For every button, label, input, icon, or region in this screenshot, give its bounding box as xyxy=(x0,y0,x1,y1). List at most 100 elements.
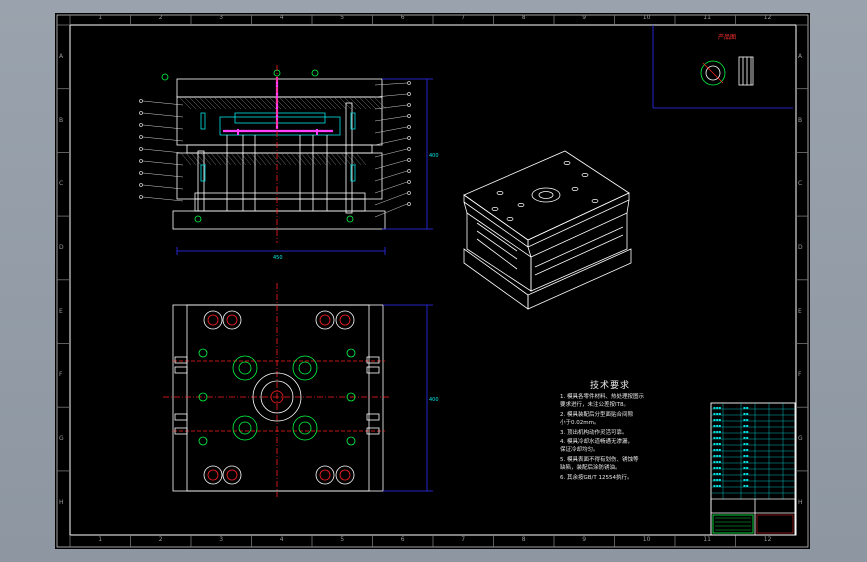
hatch xyxy=(313,96,327,110)
hatch xyxy=(233,96,247,110)
support-plate xyxy=(194,198,366,212)
hatch xyxy=(230,152,242,166)
hatch xyxy=(238,96,252,110)
hatch xyxy=(198,96,212,110)
balloon xyxy=(139,171,143,175)
hatch xyxy=(258,96,272,110)
hatch xyxy=(270,152,282,166)
product-view-label: 产品图 xyxy=(718,34,737,41)
leader-line xyxy=(374,159,408,170)
balloon xyxy=(139,147,143,151)
hatch xyxy=(325,152,337,166)
title-cell-text: ▪▪ xyxy=(743,447,749,452)
ruler-letter: B xyxy=(59,116,64,124)
guide-bushing xyxy=(203,310,223,330)
ruler-letter: H xyxy=(798,498,803,506)
screw-head xyxy=(194,215,202,223)
hatch xyxy=(215,152,227,166)
ruler-number: 12 xyxy=(763,536,772,543)
ruler-letter: C xyxy=(798,180,803,188)
hatch xyxy=(290,152,302,166)
cavity-circle xyxy=(232,355,258,381)
hatch xyxy=(330,152,342,166)
balloon xyxy=(407,169,411,173)
outer-frame xyxy=(56,14,809,548)
title-cell-text: ▪▪ xyxy=(743,453,749,458)
hatch xyxy=(288,96,302,110)
title-red-cell xyxy=(756,514,794,534)
guide-bushing-bore xyxy=(207,314,219,326)
guide-bushing-bore xyxy=(339,469,351,481)
screw-hole xyxy=(346,436,356,446)
iso-plate-line xyxy=(534,234,624,276)
title-cell-text: ▪▪ xyxy=(743,417,749,422)
screw-hole xyxy=(198,436,208,446)
iso-top-edge-left xyxy=(463,194,529,248)
hatch xyxy=(283,96,297,110)
cavity-core xyxy=(298,361,312,375)
hatch xyxy=(328,96,342,110)
ruler-letter: F xyxy=(798,371,802,379)
hatch xyxy=(235,152,247,166)
iso-base-left xyxy=(463,248,529,310)
plan-inner xyxy=(186,304,370,492)
ejector-rod-slot xyxy=(174,413,188,421)
title-cell-text: ▪▪ xyxy=(743,471,749,476)
balloon xyxy=(407,180,411,184)
screw-hole xyxy=(198,348,208,358)
title-cell-text: ▪▪▪ xyxy=(713,435,721,440)
balloon xyxy=(407,114,411,118)
ruler-number: 10 xyxy=(642,14,651,21)
parting-line-plate xyxy=(186,144,373,154)
ruler-letter: D xyxy=(59,243,64,251)
hatch xyxy=(200,152,212,166)
hatch xyxy=(323,96,337,110)
title-cell-text: ▪▪ xyxy=(743,441,749,446)
hatch xyxy=(220,152,232,166)
title-cell-text: ▪▪ xyxy=(743,483,749,488)
title-cell-text: ▪▪▪ xyxy=(713,471,721,476)
cavity-circle xyxy=(292,355,318,381)
ruler-number: 2 xyxy=(158,536,163,543)
ruler-letter: H xyxy=(59,498,64,506)
ruler-number: 2 xyxy=(158,14,163,21)
hatch xyxy=(228,96,242,110)
hatch xyxy=(333,96,347,110)
hatch xyxy=(255,152,267,166)
iso-body-right xyxy=(530,212,628,292)
title-cell-text: ▪▪ xyxy=(743,435,749,440)
ruler-letter: E xyxy=(798,307,802,315)
ruler-number: 11 xyxy=(703,536,711,543)
title-green-cell xyxy=(712,514,754,534)
iso-top-face xyxy=(463,150,630,241)
hatch xyxy=(203,96,217,110)
hatch xyxy=(248,96,262,110)
ruler-letter: E xyxy=(59,307,63,315)
iso-bolt-hole xyxy=(581,173,589,177)
leader-line xyxy=(374,181,408,194)
title-cell-text: ▪▪▪ xyxy=(713,447,721,452)
tech-requirements-title: 技术要求 xyxy=(590,381,631,391)
hatch xyxy=(190,152,202,166)
hatch xyxy=(223,96,237,110)
hatch xyxy=(263,96,277,110)
title-cell-text: ▪▪▪ xyxy=(713,411,721,416)
hatch xyxy=(298,96,312,110)
title-cell-text: ▪▪ xyxy=(743,477,749,482)
hatch xyxy=(315,152,327,166)
ruler-number: 4 xyxy=(279,14,284,21)
hatch xyxy=(305,152,317,166)
ejector-rod-slot xyxy=(174,356,188,364)
hatch xyxy=(280,152,292,166)
guide-bushing xyxy=(222,465,242,485)
balloon xyxy=(407,125,411,129)
hatch xyxy=(178,96,192,110)
tech-line: 3. 顶出机构动作灵活可靠。 xyxy=(560,430,628,436)
cad-canvas[interactable]: 450400400▪▪▪ ▪▪▪▪▪ ▪▪▪▪▪ ▪▪▪▪▪ ▪▪▪▪▪ ▪▪▪▪▪ ▪▪▪… xyxy=(55,13,810,549)
guide-bushing-bore xyxy=(319,469,331,481)
hatch xyxy=(250,152,262,166)
hatch xyxy=(253,96,267,110)
hatch xyxy=(368,96,382,110)
ruler-number: 8 xyxy=(521,14,526,21)
guide-bushing xyxy=(222,310,242,330)
